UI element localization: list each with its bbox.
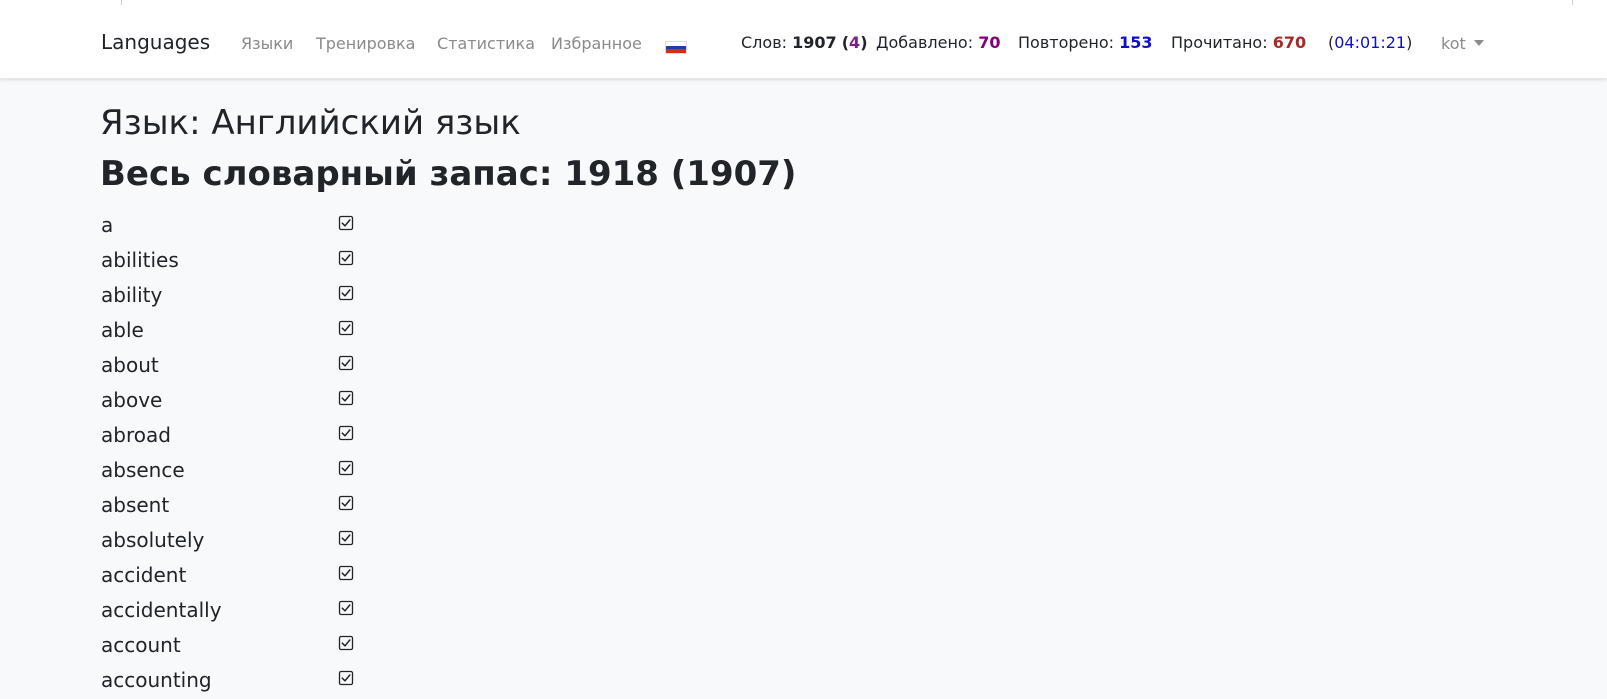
word-row: a	[0, 209, 600, 244]
words-label: Слов:	[741, 33, 788, 52]
added-stat: Добавлено: 70	[876, 33, 1000, 52]
read-value: 670	[1272, 33, 1307, 52]
time-value: 04:01:21	[1334, 33, 1407, 52]
user-name: kot	[1441, 34, 1466, 53]
russia-flag-icon[interactable]	[665, 41, 687, 54]
checked-box-icon[interactable]	[338, 530, 354, 546]
session-time-stat: (04:01:21)	[1328, 33, 1412, 52]
word-label: able	[101, 318, 144, 342]
checked-box-icon[interactable]	[338, 460, 354, 476]
word-label: absent	[101, 493, 170, 517]
checked-box-icon[interactable]	[338, 600, 354, 616]
word-row: accident	[0, 559, 600, 594]
word-label: accounting	[101, 668, 212, 692]
repeated-stat: Повторено: 153	[1018, 33, 1153, 52]
word-row: abroad	[0, 419, 600, 454]
container-edge	[1572, 0, 1573, 5]
nav-link-languages[interactable]: Языки	[241, 34, 293, 53]
word-row: accidentally	[0, 594, 600, 629]
word-row: ability	[0, 279, 600, 314]
repeated-value: 153	[1119, 33, 1153, 52]
words-extra-value: 4	[849, 33, 861, 52]
nav-link-training[interactable]: Тренировка	[316, 34, 415, 53]
word-label: absolutely	[101, 528, 205, 552]
words-extra-open: (	[841, 33, 850, 52]
word-row: abilities	[0, 244, 600, 279]
word-label: account	[101, 633, 181, 657]
read-label: Прочитано:	[1171, 33, 1268, 52]
word-label: abilities	[101, 248, 179, 272]
checked-box-icon[interactable]	[338, 355, 354, 371]
word-label: a	[101, 213, 114, 237]
word-label: abroad	[101, 423, 171, 447]
word-row: about	[0, 349, 600, 384]
word-label: ability	[101, 283, 163, 307]
word-row: accounting	[0, 664, 600, 699]
checked-box-icon[interactable]	[338, 215, 354, 231]
user-menu-dropdown[interactable]: kot	[1441, 34, 1484, 53]
container-edge	[121, 0, 122, 5]
word-row: absolutely	[0, 524, 600, 559]
checked-box-icon[interactable]	[338, 670, 354, 686]
repeated-label: Повторено:	[1018, 33, 1114, 52]
word-label: absence	[101, 458, 185, 482]
caret-down-icon	[1473, 39, 1484, 46]
words-count-stat: Слов: 1907 (4)	[741, 33, 868, 52]
brand-link[interactable]: Languages	[101, 30, 210, 54]
checked-box-icon[interactable]	[338, 635, 354, 651]
checked-box-icon[interactable]	[338, 565, 354, 581]
language-heading: Язык: Английский язык	[100, 103, 521, 143]
read-stat: Прочитано: 670	[1171, 33, 1306, 52]
word-row: absent	[0, 489, 600, 524]
time-close: )	[1406, 33, 1413, 52]
nav-link-favorites[interactable]: Избранное	[551, 34, 642, 53]
word-label: above	[101, 388, 163, 412]
word-label: about	[101, 353, 159, 377]
added-label: Добавлено:	[876, 33, 974, 52]
top-navbar: Languages Языки Тренировка Статистика Из…	[0, 0, 1607, 79]
words-value: 1907	[792, 33, 837, 52]
checked-box-icon[interactable]	[338, 285, 354, 301]
words-extra-close: )	[860, 33, 868, 52]
word-row: able	[0, 314, 600, 349]
word-row: account	[0, 629, 600, 664]
word-label: accident	[101, 563, 187, 587]
checked-box-icon[interactable]	[338, 425, 354, 441]
vocabulary-heading: Весь словарный запас: 1918 (1907)	[100, 154, 797, 194]
added-value: 70	[978, 33, 1001, 52]
word-row: absence	[0, 454, 600, 489]
checked-box-icon[interactable]	[338, 250, 354, 266]
checked-box-icon[interactable]	[338, 390, 354, 406]
word-label: accidentally	[101, 598, 222, 622]
nav-link-statistics[interactable]: Статистика	[437, 34, 535, 53]
checked-box-icon[interactable]	[338, 320, 354, 336]
checked-box-icon[interactable]	[338, 495, 354, 511]
word-row: above	[0, 384, 600, 419]
